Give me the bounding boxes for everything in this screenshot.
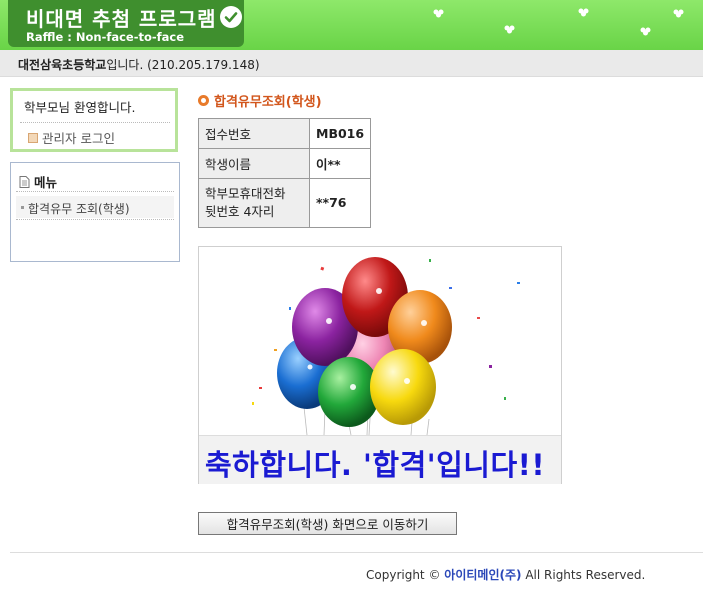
divider xyxy=(20,122,170,123)
go-to-result-page-button[interactable]: 합격유무조회(학생) 화면으로 이동하기 xyxy=(198,512,457,535)
table-value: **76 xyxy=(308,178,372,228)
divider xyxy=(16,191,174,192)
header-banner: 비대면 추첨 프로그램 Raffle : Non-face-to-face xyxy=(0,0,703,50)
table-label-line: 학부모휴대전화 xyxy=(205,186,286,201)
bullet-icon xyxy=(21,206,24,209)
menu-header: 메뉴 xyxy=(19,172,57,191)
flower-decoration-icon xyxy=(578,8,590,17)
admin-login-link[interactable]: 관리자 로그인 xyxy=(28,128,115,147)
page-icon xyxy=(19,175,30,188)
table-label: 학생이름 xyxy=(198,148,310,179)
rights-text: All Rights Reserved. xyxy=(525,568,646,582)
school-suffix: 입니다. xyxy=(106,58,144,72)
welcome-message: 학부모님 환영합니다. xyxy=(24,100,136,115)
school-name: 대전삼육초등학교 xyxy=(18,58,107,72)
footer-divider xyxy=(10,552,703,553)
table-label: 접수번호 xyxy=(198,118,310,149)
flower-decoration-icon xyxy=(433,9,445,18)
welcome-panel: 학부모님 환영합니다. 관리자 로그인 xyxy=(10,88,178,152)
section-title: 합격유무조회(학생) xyxy=(198,91,322,110)
menu-item-raffle-result[interactable]: 합격유무 조회(학생) xyxy=(16,196,174,218)
app-subtitle: Raffle : Non-face-to-face xyxy=(26,30,185,44)
table-value: 이** xyxy=(308,148,372,179)
menu-item-label: 합격유무 조회(학생) xyxy=(28,202,130,216)
table-label-line: 뒷번호 4자리 xyxy=(205,204,275,219)
app-title: 비대면 추첨 프로그램 xyxy=(26,7,217,31)
flower-decoration-icon xyxy=(640,27,652,36)
app-logo: 비대면 추첨 프로그램 Raffle : Non-face-to-face xyxy=(8,0,244,47)
table-row: 접수번호 MB016 xyxy=(198,118,372,149)
congratulations-message: 축하합니다. '합격'입니다!! xyxy=(205,448,546,482)
table-label: 학부모휴대전화뒷번호 4자리 xyxy=(198,178,310,228)
table-row: 학생이름 이** xyxy=(198,148,372,179)
bullet-circle-icon xyxy=(198,95,209,106)
ip-address: (210.205.179.148) xyxy=(147,58,260,72)
document-icon xyxy=(28,132,38,143)
checkmark-icon xyxy=(220,6,242,28)
flower-decoration-icon xyxy=(673,9,685,18)
divider xyxy=(16,219,174,220)
menu-panel: 메뉴 합격유무 조회(학생) xyxy=(10,162,180,262)
copyright-prefix: Copyright © xyxy=(366,568,441,582)
admin-login-label: 관리자 로그인 xyxy=(42,131,115,146)
balloons-illustration xyxy=(252,257,520,435)
table-row: 학부모휴대전화뒷번호 4자리 **76 xyxy=(198,178,372,228)
section-title-text: 합격유무조회(학생) xyxy=(214,95,322,110)
flower-decoration-icon xyxy=(504,25,516,34)
school-info-bar: 대전삼육초등학교입니다. (210.205.179.148) xyxy=(0,50,703,77)
celebration-panel: 축하합니다. '합격'입니다!! xyxy=(198,246,562,484)
table-value: MB016 xyxy=(308,118,372,149)
menu-title: 메뉴 xyxy=(34,175,58,190)
result-table: 접수번호 MB016 학생이름 이** 학부모휴대전화뒷번호 4자리 **76 xyxy=(198,118,372,228)
school-info: 대전삼육초등학교입니다. (210.205.179.148) xyxy=(18,56,260,73)
congratulations-banner: 축하합니다. '합격'입니다!! xyxy=(199,435,561,484)
footer-copyright: Copyright © 아이티메인(주) All Rights Reserved… xyxy=(366,566,645,583)
company-name: 아이티메인(주) xyxy=(444,568,522,582)
